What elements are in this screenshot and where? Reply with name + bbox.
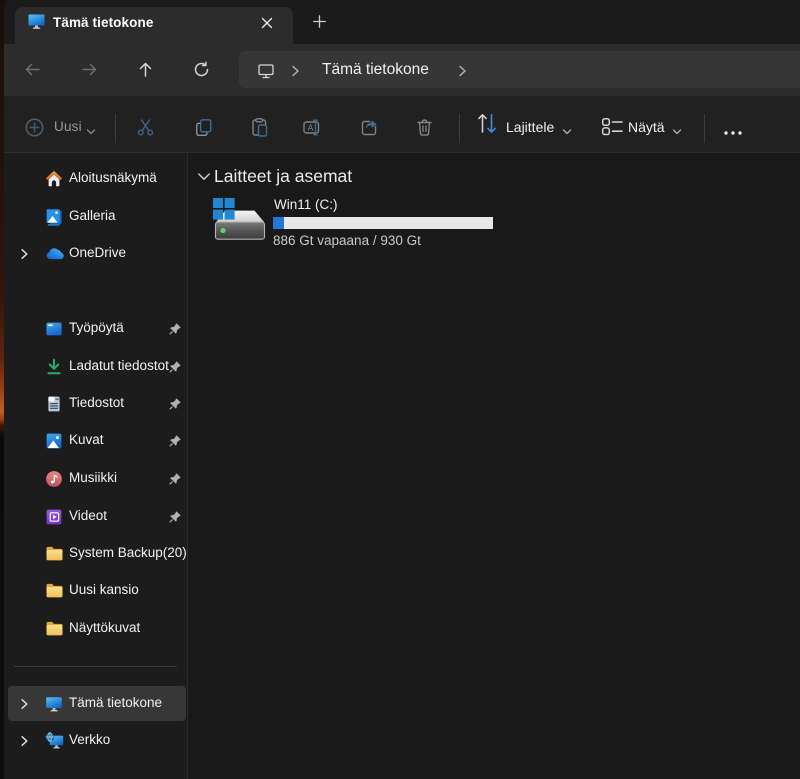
svg-text:A: A [308,123,314,133]
